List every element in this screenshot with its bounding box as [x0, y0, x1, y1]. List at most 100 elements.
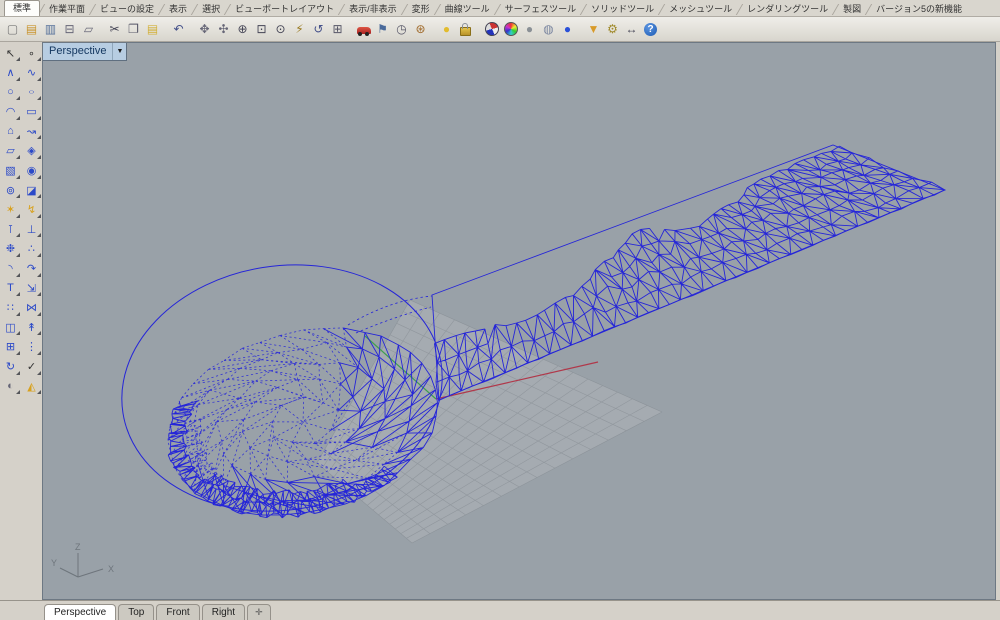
lightbulb-icon[interactable]: ● [437, 20, 456, 39]
export-icon[interactable]: ▱ [79, 20, 98, 39]
cut-icon[interactable]: ✂ [105, 20, 124, 39]
group-tab-5[interactable]: ビューポートレイアウト [229, 2, 340, 16]
group-tab-6[interactable]: 表示/非表示 [343, 2, 403, 16]
torus-icon[interactable]: ⊚ [1, 181, 20, 199]
rotate-view-icon[interactable]: ✣ [214, 20, 233, 39]
undo-view-icon[interactable]: ↺ [309, 20, 328, 39]
render-sphere-icon[interactable]: ● [520, 20, 539, 39]
orient-icon[interactable]: ↻ [1, 358, 20, 376]
group-tab-13[interactable]: 製図 [837, 2, 867, 16]
conic-curve-icon[interactable]: ↝ [22, 122, 41, 140]
wire-sphere-icon[interactable]: ◍ [539, 20, 558, 39]
circle-icon[interactable]: ○ [1, 83, 20, 101]
viewport-tab-perspective[interactable]: Perspective [44, 604, 117, 620]
explode-icon[interactable]: ✶ [1, 201, 20, 219]
point-icon[interactable]: ∘ [22, 44, 41, 62]
group-tab-7[interactable]: 変形 [406, 2, 436, 16]
point-cloud-icon-glyph: ∴ [28, 243, 35, 256]
viewport-tab-right[interactable]: Right [201, 604, 246, 620]
render-cone-icon[interactable]: ◭ [22, 377, 41, 395]
render-icon [503, 22, 518, 36]
curve-boolean-icon[interactable]: ❉ [1, 240, 20, 258]
viewport-layout-icon[interactable]: ⊞ [328, 20, 347, 39]
boolean-union-icon[interactable]: ◫ [1, 318, 20, 336]
new-viewport-tab-button[interactable]: ✛ [247, 604, 271, 620]
extrude-icon[interactable]: ↟ [22, 318, 41, 336]
sphere-icon[interactable]: ◉ [22, 162, 41, 180]
viewport-title-dropdown chevron-down-icon[interactable]: ▼ [112, 43, 126, 60]
array-icon[interactable]: ∷ [1, 299, 20, 317]
new-file-icon[interactable]: ▢ [3, 20, 22, 39]
viewport-tab-front[interactable]: Front [156, 604, 200, 620]
zoom-extents-icon[interactable]: ⚡ [290, 20, 309, 39]
array-grid-icon[interactable]: ⊞ [1, 338, 20, 356]
curve-icon[interactable]: ∿ [22, 64, 41, 82]
blue-sphere-icon[interactable]: ● [558, 20, 577, 39]
pan-icon[interactable]: ✥ [195, 20, 214, 39]
split-icon[interactable]: ⊥ [22, 220, 41, 238]
group-tab-3[interactable]: 表示 [163, 2, 193, 16]
array-icon-glyph: ∷ [7, 302, 14, 315]
ellipse-icon[interactable]: ○ [22, 83, 41, 101]
array-linear-icon[interactable]: ⋮ [22, 338, 41, 356]
dimension-icon[interactable]: ↔ [622, 20, 641, 39]
group-tab-2[interactable]: ビューの設定 [94, 2, 160, 16]
circle-center-icon[interactable]: ◷ [392, 20, 411, 39]
rectangle-icon[interactable]: ▭ [22, 103, 41, 121]
group-tab-8[interactable]: 曲線ツール [439, 2, 496, 16]
undo-icon[interactable]: ↶ [169, 20, 188, 39]
group-tab-10[interactable]: ソリッドツール [585, 2, 660, 16]
surface-patch-icon[interactable]: ◈ [22, 142, 41, 160]
point-cloud-icon[interactable]: ∴ [22, 240, 41, 258]
save-file-icon[interactable]: ▥ [41, 20, 60, 39]
surface-blend-icon[interactable]: ◪ [22, 181, 41, 199]
group-tab-4[interactable]: 選択 [196, 2, 226, 16]
zoom-window-icon[interactable]: ⊡ [252, 20, 271, 39]
viewport-tab-top[interactable]: Top [118, 604, 155, 620]
group-tab-12[interactable]: レンダリングツール [741, 2, 834, 16]
perspective-viewport[interactable]: Z X Y Perspective ▼ [42, 42, 996, 600]
print-icon[interactable]: ⊟ [60, 20, 79, 39]
arc-icon[interactable]: ◠ [1, 103, 20, 121]
group-tab-1[interactable]: 作業平面 [43, 2, 91, 16]
group-tab-11[interactable]: メッシュツール [663, 2, 738, 16]
torus-icon-glyph: ⊚ [5, 184, 16, 197]
svg-text:Z: Z [75, 542, 81, 552]
conic-curve-icon-glyph: ↝ [26, 125, 37, 138]
viewport-title[interactable]: Perspective [43, 43, 112, 60]
text-icon[interactable]: T [1, 279, 20, 297]
polygon-icon[interactable]: ⌂ [1, 122, 20, 140]
group-tab-9[interactable]: サーフェスツール [499, 2, 582, 16]
group-tab-14[interactable]: バージョン5の新機能 [870, 2, 968, 16]
surface-3pt-icon[interactable]: ▱ [1, 142, 20, 160]
lock-icon[interactable] [456, 20, 475, 39]
copy-icon[interactable]: ❐ [124, 20, 143, 39]
shaded-sphere-icon[interactable]: ◐ [1, 377, 20, 395]
open-file-icon[interactable]: ▤ [22, 20, 41, 39]
help-icon[interactable]: ? [641, 20, 660, 39]
mirror-icon[interactable]: ⋈ [22, 299, 41, 317]
paste-icon[interactable]: ▤ [143, 20, 162, 39]
display-mode-icon[interactable] [354, 20, 373, 39]
check-icon[interactable]: ✓ [22, 358, 41, 376]
viewport-canvas[interactable]: Z X Y [43, 43, 995, 599]
shaded-mode-icon[interactable] [482, 19, 501, 39]
osnap-icon[interactable]: ⊛ [411, 20, 430, 39]
fillet-icon[interactable]: ◝ [1, 260, 20, 278]
render-icon[interactable] [501, 20, 520, 39]
trim-flash-icon[interactable]: ↯ [22, 201, 41, 219]
group-tab-0[interactable]: 標準 [4, 0, 41, 16]
split-icon-glyph: ⊥ [26, 223, 37, 236]
zoom-selected-icon[interactable]: ⊙ [271, 20, 290, 39]
box-icon[interactable]: ▧ [1, 162, 20, 180]
options-gear-icon[interactable]: ⚙ [603, 20, 622, 39]
blend-curve-icon[interactable]: ↷ [22, 260, 41, 278]
select-pointer-icon[interactable]: ↖ [1, 44, 20, 62]
drag-icon[interactable]: ⇲ [22, 279, 41, 297]
trim-icon[interactable]: ⊺ [1, 220, 20, 238]
polyline-icon[interactable]: ∧ [1, 64, 20, 82]
main-toolbar: ▢ ▤ ▥ ⊟ ▱ ✂ ❐ ▤ ↶ ✥ ✣ ⊕ ⊡ ⊙ ⚡ ↺ ⊞ ⚑ ◷ ⊛ ● ● ◍ ● ▼ ⚙ ↔? [0, 17, 1000, 42]
distance-icon[interactable]: ⚑ [373, 20, 392, 39]
zoom-icon[interactable]: ⊕ [233, 20, 252, 39]
notify-cone-icon[interactable]: ▼ [584, 20, 603, 39]
